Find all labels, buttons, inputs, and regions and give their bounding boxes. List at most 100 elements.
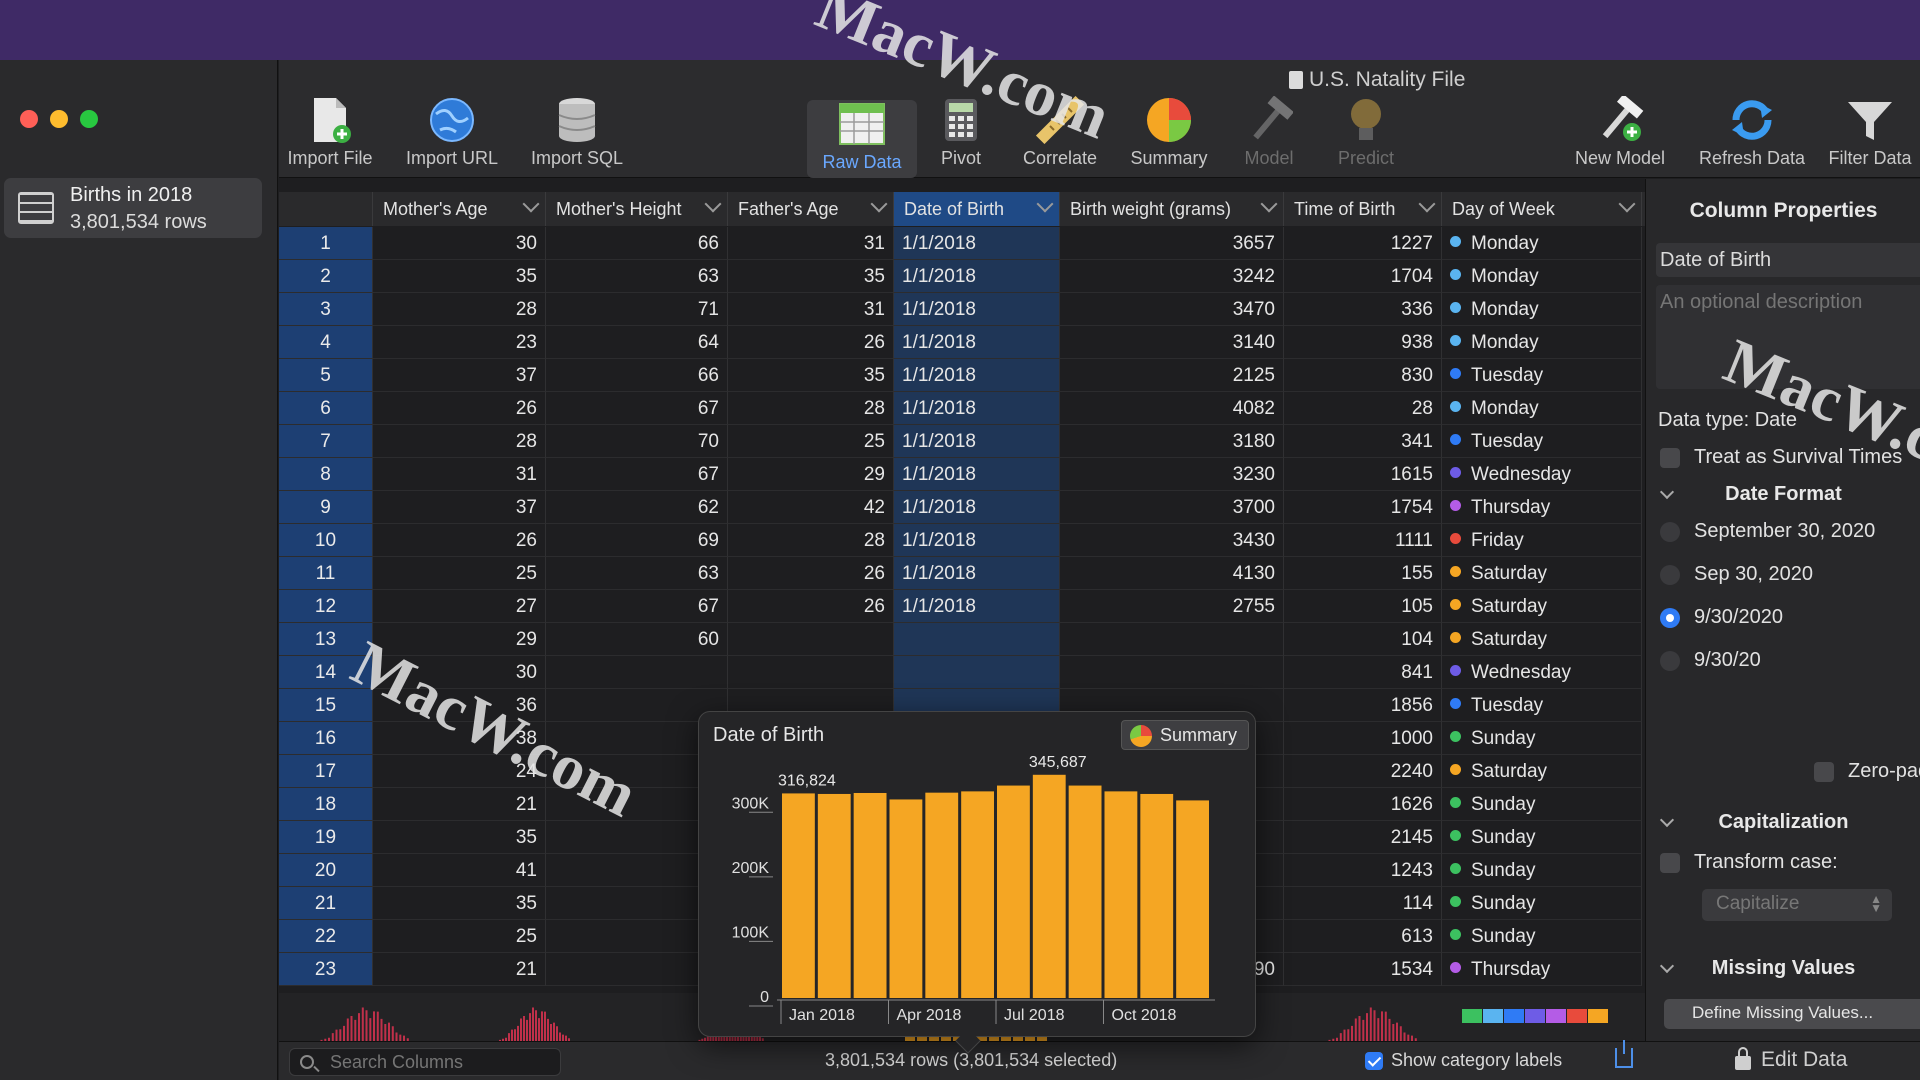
survival-times-option[interactable]: Treat as Survival Times [1660,446,1902,469]
table-cell[interactable]: 3230 [1060,458,1284,491]
table-cell[interactable]: 69 [546,524,728,557]
table-cell[interactable]: 1/1/2018 [894,359,1060,392]
table-cell[interactable]: 29 [728,458,894,491]
date-format-option[interactable]: 9/30/2020 [1660,606,1783,629]
table-cell[interactable]: Monday [1442,392,1642,425]
table-row[interactable]: 7 28 70 25 1/1/2018 3180 341 Tuesday [279,425,1645,458]
transform-case-checkbox[interactable] [1660,852,1680,873]
column-header[interactable]: Father's Age [728,192,894,226]
table-cell[interactable]: 1534 [1284,953,1442,986]
table-cell[interactable]: 26 [728,326,894,359]
table-cell[interactable] [1060,623,1284,656]
close-window-button[interactable] [20,110,38,128]
table-cell[interactable]: 3430 [1060,524,1284,557]
table-cell[interactable]: 63 [546,557,728,590]
table-cell[interactable]: 1754 [1284,491,1442,524]
table-cell[interactable]: 63 [546,260,728,293]
column-header[interactable]: Birth weight (grams) [1060,192,1284,226]
table-cell[interactable]: Monday [1442,293,1642,326]
edit-data-button[interactable]: Edit Data [1735,1047,1847,1072]
table-cell[interactable]: Wednesday [1442,458,1642,491]
table-row[interactable]: 11 25 63 26 1/1/2018 4130 155 Saturday [279,557,1645,590]
table-cell[interactable] [894,623,1060,656]
define-missing-values-button[interactable]: Define Missing Values... [1664,999,1920,1029]
table-cell[interactable]: Saturday [1442,590,1642,623]
table-cell[interactable]: 67 [546,392,728,425]
row-number[interactable]: 14 [279,656,373,689]
table-cell[interactable]: 841 [1284,656,1442,689]
table-cell[interactable]: 1/1/2018 [894,458,1060,491]
table-cell[interactable]: 35 [373,260,546,293]
table-cell[interactable]: 1227 [1284,227,1442,260]
column-description-field[interactable] [1656,285,1920,389]
minimize-window-button[interactable] [50,110,68,128]
table-cell[interactable]: 26 [373,392,546,425]
table-cell[interactable]: 37 [373,359,546,392]
table-cell[interactable]: 341 [1284,425,1442,458]
table-cell[interactable]: Saturday [1442,557,1642,590]
row-number[interactable]: 15 [279,689,373,722]
table-row[interactable]: 1 30 66 31 1/1/2018 3657 1227 Monday [279,227,1645,260]
predict-button[interactable]: Predict [1311,96,1421,169]
table-cell[interactable]: 3657 [1060,227,1284,260]
row-number[interactable]: 5 [279,359,373,392]
table-cell[interactable]: 66 [546,227,728,260]
table-cell[interactable]: 24 [373,755,546,788]
table-cell[interactable] [728,623,894,656]
table-cell[interactable]: 26 [728,557,894,590]
row-number[interactable]: 8 [279,458,373,491]
table-cell[interactable]: 1000 [1284,722,1442,755]
show-category-labels-option[interactable]: Show category labels [1365,1050,1562,1071]
table-cell[interactable]: 25 [728,425,894,458]
table-cell[interactable]: Saturday [1442,623,1642,656]
table-cell[interactable]: 4082 [1060,392,1284,425]
table-cell[interactable]: 31 [728,227,894,260]
table-cell[interactable]: Tuesday [1442,425,1642,458]
table-cell[interactable]: 1856 [1284,689,1442,722]
table-row[interactable]: 10 26 69 28 1/1/2018 3430 1111 Friday [279,524,1645,557]
row-number[interactable]: 6 [279,392,373,425]
column-header[interactable]: Mother's Age [373,192,546,226]
row-number[interactable]: 9 [279,491,373,524]
zoom-window-button[interactable] [80,110,98,128]
chevron-down-icon[interactable] [1618,195,1636,213]
correlate-button[interactable]: Correlate [1005,96,1115,169]
table-row[interactable]: 4 23 64 26 1/1/2018 3140 938 Monday [279,326,1645,359]
row-number[interactable]: 22 [279,920,373,953]
table-cell[interactable]: 21 [373,788,546,821]
table-cell[interactable]: 830 [1284,359,1442,392]
table-cell[interactable]: 21 [373,953,546,986]
row-number[interactable]: 1 [279,227,373,260]
table-row[interactable]: 5 37 66 35 1/1/2018 2125 830 Tuesday [279,359,1645,392]
table-cell[interactable]: Monday [1442,260,1642,293]
table-cell[interactable]: 64 [546,326,728,359]
table-cell[interactable]: 155 [1284,557,1442,590]
pivot-button[interactable]: Pivot [906,96,1016,169]
table-cell[interactable]: 3180 [1060,425,1284,458]
table-cell[interactable]: 60 [546,623,728,656]
table-cell[interactable]: 29 [373,623,546,656]
table-cell[interactable]: Monday [1442,227,1642,260]
missing-values-section[interactable]: Missing Values [1646,957,1920,987]
table-cell[interactable]: 1/1/2018 [894,524,1060,557]
table-row[interactable]: 9 37 62 42 1/1/2018 3700 1754 Thursday [279,491,1645,524]
summary-button[interactable]: Summary [1114,96,1224,169]
chevron-down-icon[interactable] [1036,195,1054,213]
chevron-down-icon[interactable] [704,195,722,213]
table-cell[interactable]: 3242 [1060,260,1284,293]
popover-summary-button[interactable]: Summary [1121,720,1249,750]
column-header[interactable]: Time of Birth [1284,192,1442,226]
row-number[interactable]: 17 [279,755,373,788]
table-cell[interactable]: Tuesday [1442,359,1642,392]
import-sql-button[interactable]: Import SQL [522,96,632,169]
table-cell[interactable]: 613 [1284,920,1442,953]
table-cell[interactable]: 67 [546,458,728,491]
row-number[interactable]: 13 [279,623,373,656]
share-icon[interactable] [1615,1040,1633,1068]
table-cell[interactable]: 2240 [1284,755,1442,788]
table-cell[interactable]: 1/1/2018 [894,392,1060,425]
table-cell[interactable]: 1/1/2018 [894,590,1060,623]
date-format-section[interactable]: Date Format [1646,483,1920,513]
date-format-option[interactable]: 9/30/20 [1660,649,1761,672]
table-cell[interactable]: Saturday [1442,755,1642,788]
